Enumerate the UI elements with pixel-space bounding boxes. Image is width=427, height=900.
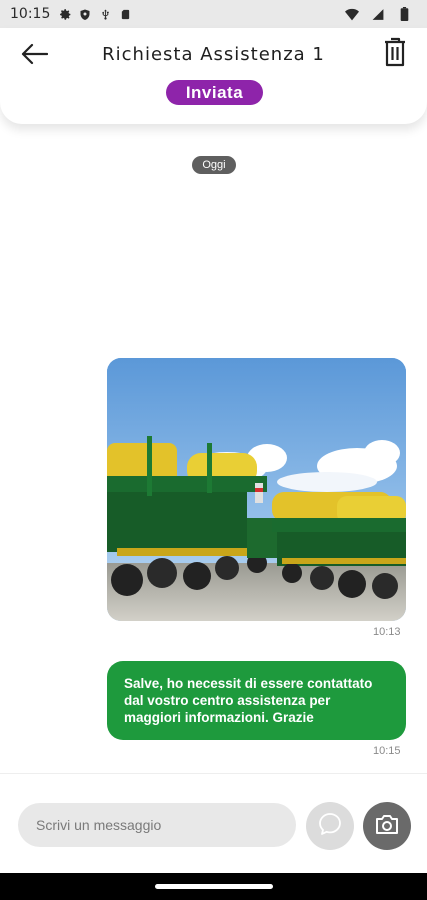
delete-button[interactable] — [381, 37, 409, 72]
date-separator: Oggi — [192, 156, 236, 174]
signal-icon — [371, 7, 385, 21]
wifi-icon — [345, 7, 359, 21]
message-input[interactable] — [18, 803, 296, 847]
navigation-bar — [0, 873, 427, 900]
status-time: 10:15 — [10, 6, 51, 22]
message-photo — [107, 358, 406, 621]
camera-button[interactable] — [363, 802, 411, 850]
status-bar: 10:15 — [0, 0, 427, 28]
message-time: 10:13 — [373, 626, 401, 638]
home-handle[interactable] — [155, 884, 273, 889]
trash-icon — [383, 37, 407, 72]
gear-icon — [58, 7, 72, 21]
chat-bubble-icon — [317, 811, 343, 842]
message-composer — [0, 773, 427, 873]
image-message[interactable] — [107, 358, 406, 621]
sd-card-icon — [118, 7, 132, 21]
text-message[interactable]: Salve, ho necessit di essere contattato … — [107, 661, 406, 740]
shield-icon — [78, 7, 92, 21]
camera-icon — [374, 812, 400, 841]
usb-icon — [98, 7, 112, 21]
send-button[interactable] — [306, 802, 354, 850]
battery-icon — [397, 7, 411, 21]
app-header: Richiesta Assistenza 1 Inviata — [0, 28, 427, 124]
message-time: 10:15 — [373, 745, 401, 757]
status-badge: Inviata — [166, 80, 263, 105]
page-title: Richiesta Assistenza 1 — [102, 44, 325, 65]
chat-screen: 10:15 Richiesta Assistenza 1 Inviata Ogg… — [0, 0, 427, 900]
